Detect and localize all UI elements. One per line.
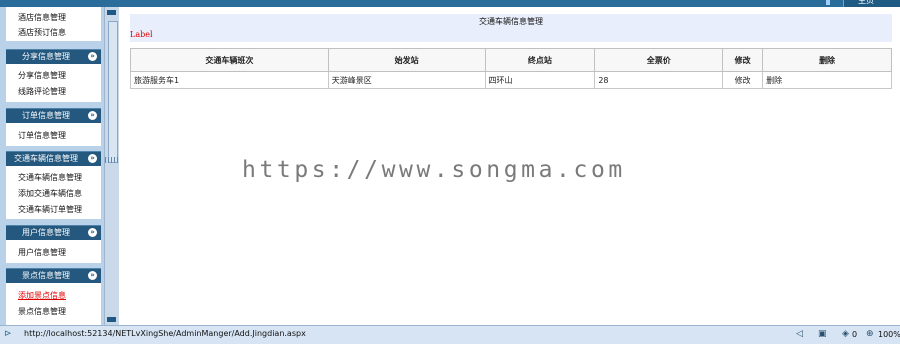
- scroll-up-icon[interactable]: [107, 10, 116, 15]
- sidebar-group-share: 分享信息管理 线路评论管理: [6, 64, 101, 102]
- collapse-toggle-icon[interactable]: »: [88, 111, 97, 120]
- zoom-level[interactable]: 100%: [878, 330, 900, 339]
- home-button[interactable]: 主页: [843, 0, 900, 7]
- cell-fare: 28: [594, 71, 724, 89]
- sidebar-group-attractions: 添加景点信息 景点信息管理: [6, 283, 101, 325]
- browser-status-bar: ⊳ http://localhost:52134/NETLvXingShe/Ad…: [0, 325, 900, 344]
- sidebar-group-orders: 订单信息管理: [6, 123, 101, 146]
- sidebar-menu: 酒店信息管理 酒店预订信息 分享信息管理 » 分享信息管理 线路评论管理 订单信…: [0, 7, 104, 325]
- scroll-down-icon[interactable]: [107, 317, 116, 322]
- column-header: 终点站: [484, 48, 596, 72]
- sidebar-item-vehicle-orders[interactable]: 交通车辆订单管理: [18, 204, 82, 215]
- group-title: 景点信息管理: [22, 271, 70, 280]
- sidebar-group-users: 用户信息管理: [6, 240, 101, 263]
- sidebar-group-header-users[interactable]: 用户信息管理 »: [6, 225, 101, 240]
- sidebar-scrollbar[interactable]: [104, 7, 119, 325]
- status-url: http://localhost:52134/NETLvXingShe/Admi…: [24, 329, 306, 338]
- cell-origin: 天游峰景区: [327, 71, 486, 89]
- table-header-row: 交通车辆班次 始发站 终点站 全票价 修改 删除: [130, 48, 892, 72]
- watermark: https://www.songma.com: [242, 157, 626, 183]
- sidebar-item-attraction-add[interactable]: 添加景点信息: [18, 290, 66, 301]
- group-title: 分享信息管理: [22, 52, 70, 61]
- group-title: 用户信息管理: [22, 228, 70, 237]
- sidebar-item-order-manage[interactable]: 订单信息管理: [18, 130, 66, 141]
- sidebar-item-hotel-info[interactable]: 酒店信息管理: [18, 12, 66, 23]
- home-button-label: 主页: [858, 0, 874, 5]
- speaker-icon[interactable]: ◁: [796, 329, 803, 340]
- page-header: 交通车辆信息管理 Label: [130, 14, 892, 42]
- collapse-toggle-icon[interactable]: »: [88, 228, 97, 237]
- cell-destination: 四环山: [484, 71, 596, 89]
- sidebar-item-attraction-manage[interactable]: 景点信息管理: [18, 306, 66, 317]
- tab-indicator-icon: [826, 0, 830, 5]
- column-header: 交通车辆班次: [130, 48, 329, 72]
- sidebar-item-route-comments[interactable]: 线路评论管理: [18, 86, 66, 97]
- sidebar-group-header-orders[interactable]: 订单信息管理 »: [6, 108, 101, 123]
- group-title: 订单信息管理: [22, 111, 70, 120]
- sidebar-group-header-vehicles[interactable]: 交通车辆信息管理 »: [6, 151, 101, 166]
- sidebar-item-hotel-booking[interactable]: 酒店预订信息: [18, 27, 66, 38]
- collapse-toggle-icon[interactable]: »: [88, 52, 97, 61]
- cell-vehicle-name: 旅游服务车1: [130, 71, 329, 89]
- sidebar-group-hotel: 酒店信息管理 酒店预订信息: [6, 7, 101, 41]
- column-header: 修改: [722, 48, 764, 72]
- splitter-grip[interactable]: [105, 157, 119, 163]
- browser-top-bar: 主页: [0, 0, 900, 7]
- sidebar-group-vehicles: 交通车辆信息管理 添加交通车辆信息 交通车辆订单管理: [6, 166, 101, 219]
- shield-icon[interactable]: ◈: [842, 329, 849, 340]
- sidebar-item-vehicle-manage[interactable]: 交通车辆信息管理: [18, 172, 82, 183]
- collapse-toggle-icon[interactable]: »: [88, 154, 97, 163]
- sidebar-item-vehicle-add[interactable]: 添加交通车辆信息: [18, 188, 82, 199]
- page-nav-icon[interactable]: ⊳: [4, 329, 12, 339]
- page-title: 交通车辆信息管理: [479, 17, 543, 26]
- security-icon[interactable]: ▣: [818, 329, 827, 340]
- column-header: 始发站: [327, 48, 486, 72]
- column-header: 全票价: [594, 48, 724, 72]
- table-row: 旅游服务车1 天游峰景区 四环山 28 修改 删除: [130, 71, 892, 89]
- delete-link[interactable]: 删除: [762, 71, 892, 89]
- sidebar-item-share-manage[interactable]: 分享信息管理: [18, 70, 66, 81]
- zoom-icon[interactable]: ⊕: [866, 329, 874, 340]
- sidebar-item-user-manage[interactable]: 用户信息管理: [18, 247, 66, 258]
- sidebar-group-header-share[interactable]: 分享信息管理 »: [6, 49, 101, 64]
- scroll-thumb[interactable]: [108, 21, 118, 163]
- sidebar-group-header-attractions[interactable]: 景点信息管理 »: [6, 268, 101, 283]
- vehicle-table: 交通车辆班次 始发站 终点站 全票价 修改 删除 旅游服务车1 天游峰景区 四环…: [130, 48, 892, 89]
- counter-value: 0: [852, 330, 858, 339]
- collapse-toggle-icon[interactable]: »: [88, 271, 97, 280]
- column-header: 删除: [762, 48, 892, 72]
- edit-link[interactable]: 修改: [722, 71, 764, 89]
- status-label: Label: [130, 30, 153, 39]
- group-title: 交通车辆信息管理: [14, 154, 78, 163]
